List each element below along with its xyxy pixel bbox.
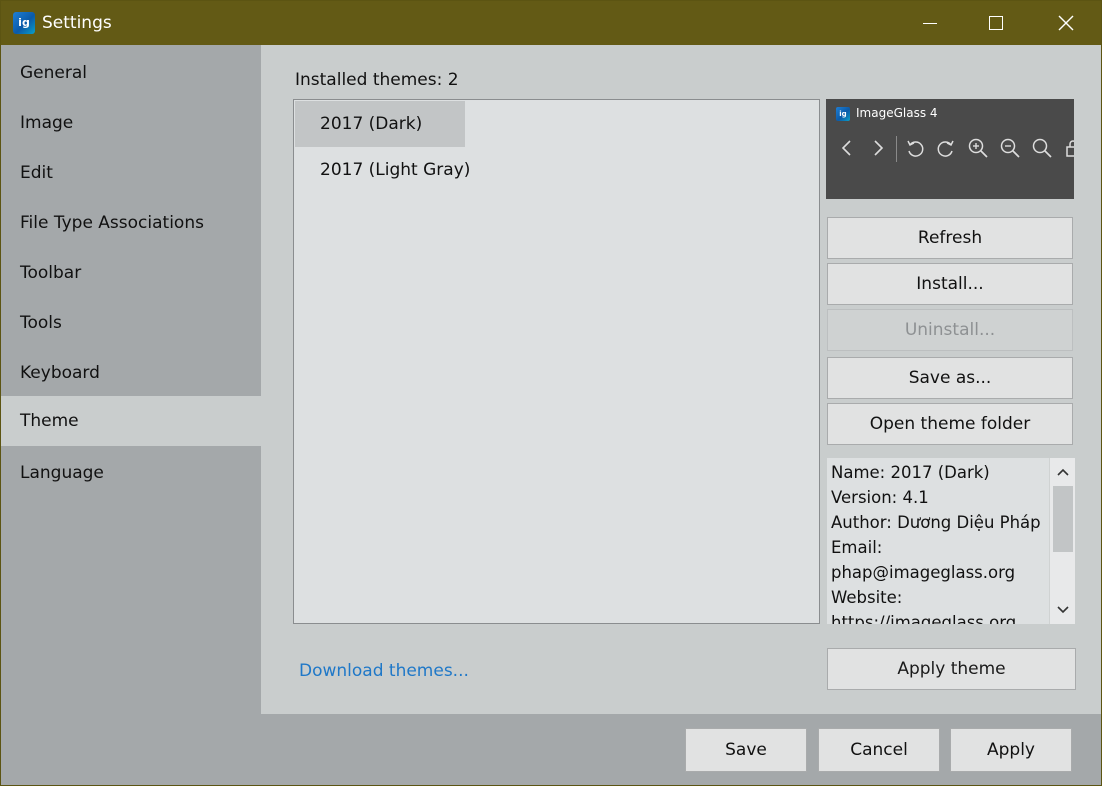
chevron-left-icon [841, 140, 851, 156]
install-button[interactable]: Install... [827, 263, 1073, 305]
sidebar-item-keyboard[interactable]: Keyboard [1, 348, 261, 398]
save-as-button[interactable]: Save as... [827, 357, 1073, 399]
search-icon [1032, 138, 1052, 158]
open-theme-folder-button[interactable]: Open theme folder [827, 403, 1073, 445]
download-themes-link[interactable]: Download themes... [299, 661, 469, 681]
info-email-label: Email: [831, 538, 883, 557]
cancel-button[interactable]: Cancel [818, 728, 940, 772]
minimize-button[interactable] [907, 1, 953, 45]
window-title: Settings [42, 13, 112, 33]
refresh-button[interactable]: Refresh [827, 217, 1073, 259]
info-email: phap@imageglass.org [831, 563, 1016, 582]
installed-themes-label: Installed themes: 2 [295, 70, 459, 90]
uninstall-button[interactable]: Uninstall... [827, 309, 1073, 351]
info-website-label: Website: [831, 588, 903, 607]
scrollbar-thumb[interactable] [1053, 486, 1073, 552]
theme-settings-panel: Installed themes: 2 2017 (Dark) 2017 (Li… [261, 45, 1101, 714]
sidebar-item-file-type-associations[interactable]: File Type Associations [1, 198, 261, 248]
info-author: Author: Dương Diệu Pháp [831, 513, 1041, 532]
sidebar-item-toolbar[interactable]: Toolbar [1, 248, 261, 298]
preview-separator [896, 136, 897, 162]
sidebar-item-edit[interactable]: Edit [1, 148, 261, 198]
title-bar: ig Settings [1, 1, 1101, 45]
theme-info-text: Name: 2017 (Dark) Version: 4.1 Author: D… [831, 460, 1047, 624]
chevron-down-icon [1057, 606, 1069, 614]
sidebar-item-general[interactable]: General [1, 48, 261, 98]
theme-preview: ig ImageGlass 4 [826, 99, 1074, 199]
rotate-left-icon [907, 140, 924, 157]
sidebar-item-image[interactable]: Image [1, 98, 261, 148]
save-button[interactable]: Save [685, 728, 807, 772]
info-scrollbar[interactable] [1049, 458, 1075, 624]
chevron-up-icon [1057, 468, 1069, 476]
app-icon: ig [13, 12, 35, 34]
close-button[interactable] [1043, 1, 1089, 45]
theme-list[interactable]: 2017 (Dark) 2017 (Light Gray) [293, 99, 820, 624]
scroll-down-button[interactable] [1050, 598, 1075, 622]
zoom-out-icon [1000, 138, 1020, 158]
zoom-in-icon [968, 138, 988, 158]
theme-list-item[interactable]: 2017 (Dark) [295, 101, 465, 147]
chevron-right-icon [874, 140, 884, 156]
close-icon [1058, 15, 1074, 31]
info-name: Name: 2017 (Dark) [831, 463, 990, 482]
maximize-button[interactable] [973, 1, 1019, 45]
sidebar: General Image Edit File Type Association… [1, 45, 261, 714]
lock-icon [1066, 140, 1074, 157]
sidebar-item-language[interactable]: Language [1, 448, 261, 498]
maximize-icon [989, 16, 1003, 30]
rotate-right-icon [937, 140, 954, 157]
settings-window: ig Settings General Image Edit File Type… [0, 0, 1102, 786]
info-version: Version: 4.1 [831, 488, 929, 507]
minimize-icon [923, 22, 937, 24]
scroll-up-button[interactable] [1050, 460, 1075, 484]
info-website: https://imageglass.org [831, 613, 1017, 624]
apply-theme-button[interactable]: Apply theme [827, 648, 1076, 690]
apply-button[interactable]: Apply [950, 728, 1072, 772]
preview-title: ImageGlass 4 [856, 106, 938, 120]
theme-info-box: Name: 2017 (Dark) Version: 4.1 Author: D… [827, 458, 1075, 624]
preview-app-icon: ig [836, 107, 850, 121]
sidebar-item-tools[interactable]: Tools [1, 298, 261, 348]
theme-list-item[interactable]: 2017 (Light Gray) [295, 147, 470, 193]
footer-bar: Save Cancel Apply [1, 714, 1101, 785]
sidebar-item-theme[interactable]: Theme [1, 396, 261, 446]
